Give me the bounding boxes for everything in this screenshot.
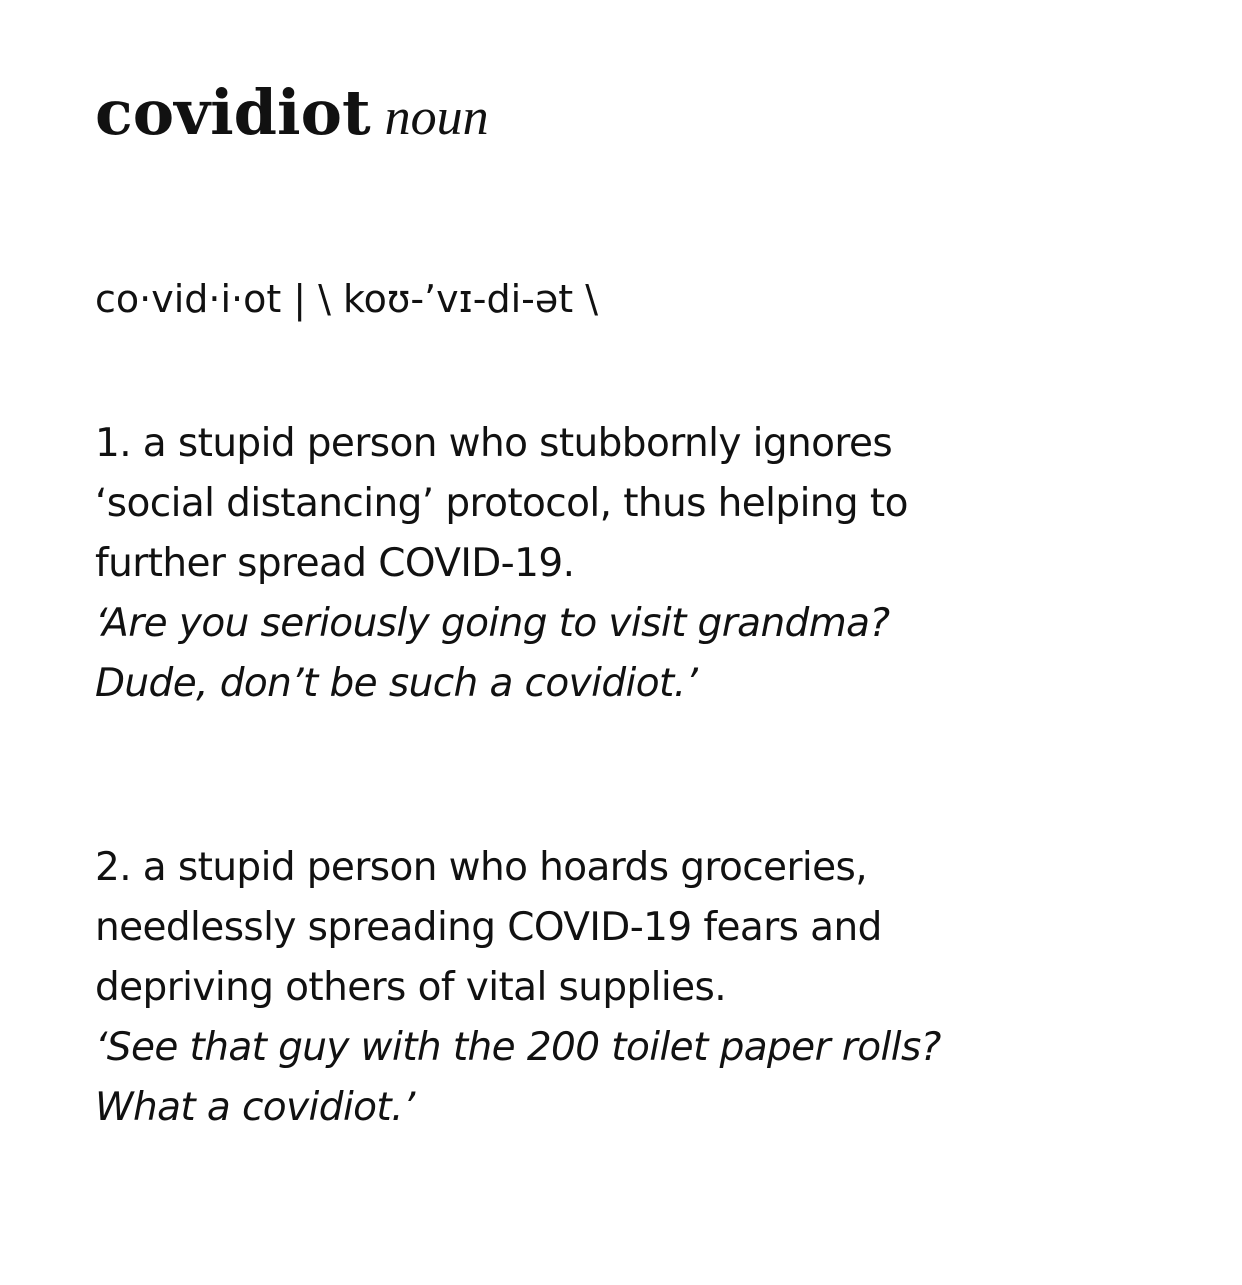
pronunciation: \ koʊ-’vɪ-di-ət \	[318, 277, 598, 321]
sense-2: 2. a stupid person who hoards groceries,…	[95, 838, 1195, 1138]
headword: covidiot	[95, 76, 371, 149]
sense-1: 1. a stupid person who stubbornly ignore…	[95, 414, 1195, 714]
definition-line: 1. a stupid person who stubbornly ignore…	[95, 421, 893, 466]
syllabification: co·vid·i·ot	[95, 277, 282, 321]
example-line: ‘Are you seriously going to visit grandm…	[95, 601, 890, 646]
definition-line: depriving others of vital supplies.	[95, 965, 727, 1010]
definition-line: needlessly spreading COVID-19 fears and	[95, 905, 882, 950]
example-line: ‘See that guy with the 200 toilet paper …	[95, 1025, 941, 1070]
headword-line: covidiot noun	[95, 82, 1195, 144]
part-of-speech: noun	[384, 89, 489, 146]
definition-line: ‘social distancing’ protocol, thus helpi…	[95, 481, 908, 526]
pronunciation-line: co·vid·i·ot | \ koʊ-’vɪ-di-ət \	[95, 280, 1195, 318]
dictionary-entry-card: covidiot noun co·vid·i·ot | \ koʊ-’vɪ-di-ət…	[0, 0, 1242, 1285]
pronunciation-separator: |	[293, 277, 307, 321]
definition-line: further spread COVID-19.	[95, 541, 575, 586]
example-line: What a covidiot.’	[95, 1085, 415, 1130]
definition-line: 2. a stupid person who hoards groceries,	[95, 845, 868, 890]
example-line: Dude, don’t be such a covidiot.’	[95, 661, 698, 706]
